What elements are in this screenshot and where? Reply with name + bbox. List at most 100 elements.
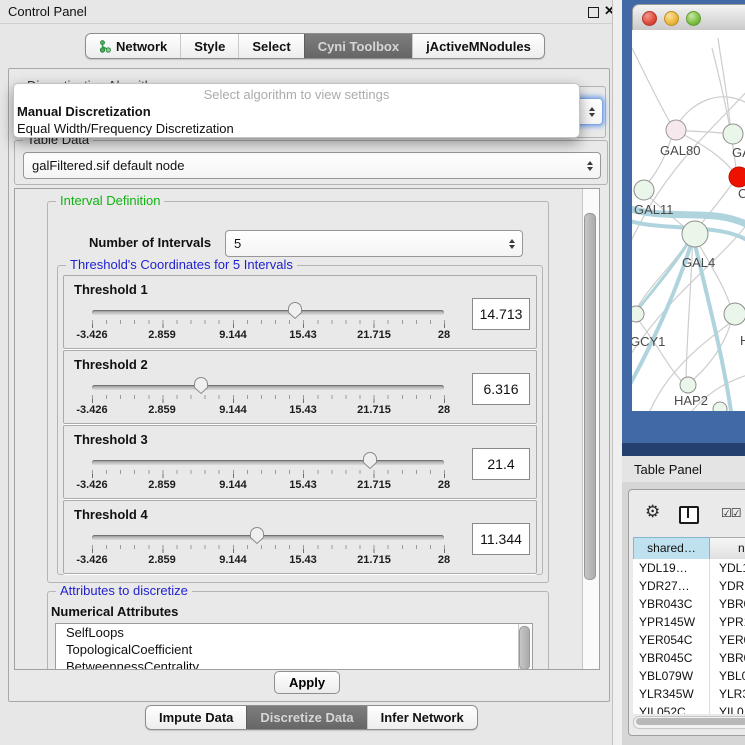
- num-intervals-label: Number of Intervals: [89, 235, 211, 250]
- tick-label: 21.715: [357, 329, 391, 341]
- table-settings-gear-icon[interactable]: ⚙: [645, 502, 660, 522]
- threshold-3-slider-thumb[interactable]: [362, 451, 378, 470]
- network-canvas[interactable]: GAL80 GA C GAL11 GAL4 GCY1 H HAP2: [632, 30, 745, 411]
- tick-label: 15.43: [289, 554, 317, 566]
- tick-label: 21.715: [357, 554, 391, 566]
- close-window-icon[interactable]: [642, 11, 657, 26]
- tab-jactivemnodules[interactable]: jActiveMNodules: [412, 34, 544, 58]
- tab-impute-data[interactable]: Impute Data: [146, 706, 246, 729]
- table-row[interactable]: YIL052CYIL0: [633, 703, 745, 714]
- table-data-combobox[interactable]: galFiltered.sif default node: [23, 152, 601, 179]
- node-gal11[interactable]: [634, 180, 654, 200]
- node-hap2[interactable]: [680, 377, 696, 393]
- node-selected-red[interactable]: [729, 167, 745, 187]
- tab-cyni-toolbox[interactable]: Cyni Toolbox: [304, 34, 412, 58]
- network-icon: [99, 40, 111, 53]
- table-row[interactable]: YBR043CYBR0: [633, 595, 745, 613]
- threshold-2-slider[interactable]: [92, 385, 444, 390]
- tab-network[interactable]: Network: [86, 34, 180, 58]
- threshold-3-label: Threshold 3: [74, 432, 148, 447]
- tick-label: -3.426: [76, 479, 107, 491]
- table-hscrollbar-thumb[interactable]: [636, 718, 745, 725]
- node-gcy1[interactable]: [632, 306, 644, 322]
- threshold-2-label: Threshold 2: [74, 357, 148, 372]
- node-top-right[interactable]: [723, 124, 743, 144]
- node-label: GCY1: [632, 334, 665, 349]
- table-panel-titlebar: Table Panel: [622, 456, 745, 483]
- num-intervals-value: 5: [226, 236, 509, 251]
- table-row[interactable]: YBR045CYBR0: [633, 649, 745, 667]
- apply-button[interactable]: Apply: [274, 671, 340, 694]
- minimize-window-icon[interactable]: [664, 11, 679, 26]
- popup-option-equal-width[interactable]: Equal Width/Frequency Discretization: [14, 120, 579, 136]
- attributes-group-title: Attributes to discretize: [56, 584, 192, 598]
- table-row[interactable]: YDL19…YDL1: [633, 559, 745, 577]
- algorithm-dropdown-popup: Select algorithm to view settings Manual…: [13, 83, 580, 138]
- column-layout-icon[interactable]: [679, 506, 699, 524]
- table-row[interactable]: YER054CYER0: [633, 631, 745, 649]
- tick-label: -3.426: [76, 329, 107, 341]
- tab-discretize-data[interactable]: Discretize Data: [246, 706, 366, 729]
- threshold-1-panel: Threshold 1 -3.426 2.859 9.144 15.43 21.…: [63, 275, 537, 349]
- top-tab-bar: Network Style Select Cyni Toolbox jActiv…: [85, 33, 545, 59]
- settings-scrollbar-thumb[interactable]: [584, 213, 596, 580]
- list-item[interactable]: SelfLoops: [56, 624, 532, 641]
- table-rows: YDL19…YDL1 YDR27…YDR2 YBR043CYBR0 YPR145…: [633, 559, 745, 714]
- network-window-titlebar[interactable]: [632, 4, 745, 32]
- table-horizontal-scrollbar[interactable]: [633, 716, 745, 729]
- tick-label: 15.43: [289, 404, 317, 416]
- table-row[interactable]: YPR145WYPR1: [633, 613, 745, 631]
- list-item[interactable]: BetweennessCentrality: [56, 658, 532, 670]
- node-bottom[interactable]: [713, 402, 727, 411]
- table-row[interactable]: YLR345WYLR3: [633, 685, 745, 703]
- node-right-h[interactable]: [724, 303, 745, 325]
- zoom-window-icon[interactable]: [686, 11, 701, 26]
- list-item[interactable]: TopologicalCoefficient: [56, 641, 532, 658]
- tab-select[interactable]: Select: [238, 34, 303, 58]
- threshold-1-slider[interactable]: [92, 310, 444, 315]
- table-row[interactable]: YBL079WYBL0: [633, 667, 745, 685]
- tick-label: 28: [438, 329, 450, 341]
- threshold-4-slider-thumb[interactable]: [249, 526, 265, 545]
- tick-label: 9.144: [219, 479, 247, 491]
- column-header-name[interactable]: na: [709, 537, 745, 560]
- threshold-1-slider-thumb[interactable]: [287, 301, 303, 320]
- tick-label: 9.144: [219, 329, 247, 341]
- node-gal80[interactable]: [666, 120, 686, 140]
- threshold-3-value-field[interactable]: 21.4: [472, 448, 530, 480]
- node-label: C: [738, 186, 745, 201]
- num-intervals-combobox[interactable]: 5: [225, 230, 523, 257]
- node-gal4[interactable]: [682, 221, 708, 247]
- threshold-1-label: Threshold 1: [74, 282, 148, 297]
- threshold-3-slider[interactable]: [92, 460, 444, 465]
- float-window-button[interactable]: [588, 7, 599, 18]
- network-graph: GAL80 GA C GAL11 GAL4 GCY1 H HAP2: [632, 30, 745, 411]
- table-panel-title: Table Panel: [634, 462, 702, 477]
- node-label: GAL4: [682, 255, 715, 270]
- popup-option-manual[interactable]: Manual Discretization: [14, 102, 579, 120]
- select-columns-checkboxes-icon[interactable]: ☑☑: [721, 506, 741, 520]
- threshold-2-slider-thumb[interactable]: [193, 376, 209, 395]
- node-label: H: [740, 333, 745, 348]
- control-panel-titlebar: Control Panel ✕: [0, 0, 612, 24]
- tick-label: 28: [438, 479, 450, 491]
- attributes-list-scrollbar-thumb[interactable]: [519, 626, 530, 670]
- table-row[interactable]: YDR27…YDR2: [633, 577, 745, 595]
- threshold-4-value-field[interactable]: 11.344: [472, 523, 530, 555]
- bottom-tab-bar: Impute Data Discretize Data Infer Networ…: [145, 705, 478, 730]
- settings-scrollpane: Interval Definition Number of Intervals …: [14, 188, 600, 670]
- node-label: GA: [732, 145, 745, 160]
- column-header-shared-name[interactable]: shared…: [633, 537, 710, 560]
- tab-infer-network[interactable]: Infer Network: [367, 706, 477, 729]
- tick-label: -3.426: [76, 554, 107, 566]
- threshold-4-slider[interactable]: [92, 535, 444, 540]
- node-label: GAL11: [634, 202, 674, 217]
- threshold-4-label: Threshold 4: [74, 507, 148, 522]
- network-window-frame: GAL80 GA C GAL11 GAL4 GCY1 H HAP2: [622, 0, 745, 443]
- tick-label: 21.715: [357, 404, 391, 416]
- threshold-4-panel: Threshold 4 -3.426 2.859 9.144 15.43 21.…: [63, 500, 537, 574]
- threshold-1-value-field[interactable]: 14.713: [472, 298, 530, 330]
- tab-style[interactable]: Style: [180, 34, 238, 58]
- table-data-value: galFiltered.sif default node: [24, 158, 587, 173]
- threshold-2-value-field[interactable]: 6.316: [472, 373, 530, 405]
